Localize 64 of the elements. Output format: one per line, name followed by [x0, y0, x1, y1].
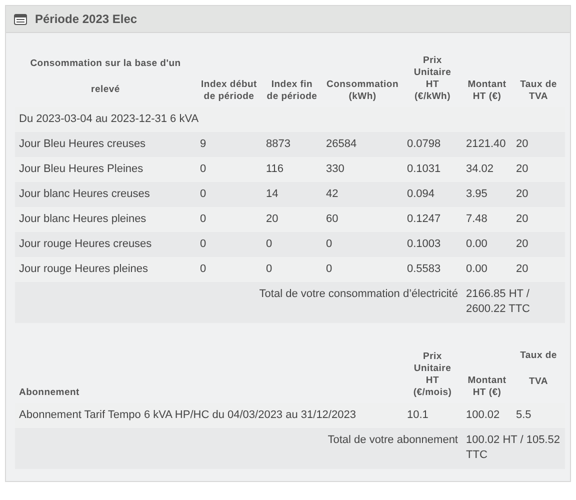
table-cell: 0.1003 [407, 238, 441, 250]
total-value: 100.02 HT / 105.52 TTC [466, 434, 560, 461]
table-cell: 20 [516, 138, 528, 150]
table-cell: 330 [326, 163, 344, 175]
table-cell: 0.00 [466, 238, 488, 250]
table-cell: 5.5 [516, 409, 532, 421]
table-cell: 34.02 [466, 163, 494, 175]
table-cell: 0 [200, 188, 206, 200]
table-cell: 0 [326, 238, 332, 250]
table-cell: 2121.40 [466, 138, 506, 150]
table-cell: 0 [200, 238, 206, 250]
table-cell: 0.0798 [407, 138, 441, 150]
total-label: Total de votre abonnement [328, 434, 458, 446]
table-cell: 10.1 [407, 409, 428, 421]
table-cell: 0.094 [407, 188, 435, 200]
table-cell: 42 [326, 188, 338, 200]
column-header: Taux de TVA [519, 349, 558, 389]
period-label: Du 2023-03-04 au 2023-12-31 6 kVA [19, 113, 199, 125]
column-header: Taux de TVA [520, 79, 557, 102]
column-header: Prix Unitaire HT (€/mois) [413, 351, 452, 398]
table-cell: 0 [326, 263, 332, 275]
table-cell: 60 [326, 213, 338, 225]
column-header: Montant HT (€) [468, 79, 506, 102]
table-cell: 0 [200, 163, 206, 175]
column-header: Abonnement [19, 387, 80, 398]
table-cell: 0 [266, 263, 272, 275]
column-header: Index début de période [201, 79, 257, 102]
table-cell: Jour rouge Heures pleines [19, 263, 148, 275]
table-cell: 20 [516, 238, 528, 250]
table-cell: 0.5583 [407, 263, 441, 275]
table-cell: 0 [200, 263, 206, 275]
total-label: Total de votre consommation d’électricité [259, 288, 458, 300]
table-cell: 116 [266, 163, 284, 175]
table-cell: 100.02 [466, 409, 500, 421]
table-cell: Jour Bleu Heures Pleines [19, 163, 144, 175]
total-value: 2166.85 HT / 2600.22 TTC [466, 288, 530, 315]
table-cell: 26584 [326, 138, 357, 150]
panel-title: Période 2023 Elec [35, 11, 138, 28]
table-cell: 9 [200, 138, 206, 150]
table-cell: 0.1247 [407, 213, 441, 225]
table-cell: Jour rouge Heures creuses [19, 238, 152, 250]
table-cell: 0 [200, 213, 206, 225]
table-cell: 7.48 [466, 213, 488, 225]
table-cell: Jour blanc Heures creuses [19, 188, 150, 200]
column-header: Montant HT (€) [468, 375, 506, 398]
column-header: Index fin de période [266, 79, 318, 102]
table-cell: 20 [516, 163, 528, 175]
column-header: Consommation sur la base d'un relevé [29, 57, 182, 97]
table-cell: 20 [266, 213, 278, 225]
table-cell: 0.00 [466, 263, 488, 275]
list-icon [14, 14, 27, 24]
table-cell: 8873 [266, 138, 290, 150]
table-cell: Abonnement Tarif Tempo 6 kVA HP/HC du 04/03/2023 au 31/12/2023 [19, 409, 356, 421]
table-cell: 3.95 [466, 188, 488, 200]
column-header: Prix Unitaire HT (€/kWh) [414, 55, 452, 102]
table-cell: Jour blanc Heures pleines [19, 213, 146, 225]
table-cell: 14 [266, 188, 278, 200]
column-header: Consommation (kWh) [326, 79, 398, 102]
table-cell: 0 [266, 238, 272, 250]
table-cell: 20 [516, 263, 528, 275]
table-cell: 0.1031 [407, 163, 441, 175]
table-cell: Jour Bleu Heures creuses [19, 138, 146, 150]
table-cell: 20 [516, 188, 528, 200]
table-cell: 20 [516, 213, 528, 225]
